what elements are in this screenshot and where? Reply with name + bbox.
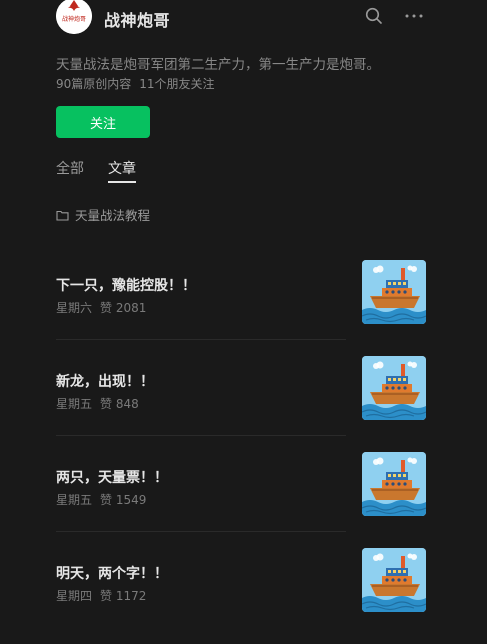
tab-all[interactable]: 全部 — [56, 158, 84, 178]
article-day: 星期四 — [56, 589, 93, 603]
article-likes: 赞 2081 — [100, 301, 147, 315]
article-thumbnail[interactable] — [362, 260, 426, 324]
article-likes: 赞 1172 — [100, 589, 147, 603]
article-item[interactable]: 明天，两个字！！ 星期四赞 1172 — [56, 548, 428, 644]
folder-icon — [56, 210, 69, 221]
article-day: 星期五 — [56, 397, 93, 411]
article-item[interactable]: 两只，天量票！！ 星期五赞 1549 — [56, 452, 428, 548]
article-likes: 赞 848 — [100, 397, 139, 411]
follow-button[interactable]: 关注 — [56, 106, 150, 138]
account-avatar[interactable]: 战神炮哥 — [56, 0, 92, 34]
ship-illustration — [362, 548, 426, 612]
article-meta: 星期五赞 1549 — [56, 491, 146, 508]
account-stats: 90篇原创内容 11个朋友关注 — [56, 75, 223, 92]
article-thumbnail[interactable] — [362, 356, 426, 420]
article-title[interactable]: 两只，天量票！！ — [56, 467, 168, 487]
search-icon[interactable] — [365, 7, 383, 25]
friends-following[interactable]: 11个朋友关注 — [139, 77, 214, 91]
article-day: 星期六 — [56, 301, 93, 315]
article-day: 星期五 — [56, 493, 93, 507]
ship-illustration — [362, 356, 426, 420]
article-title[interactable]: 下一只，豫能控股！！ — [56, 275, 196, 295]
article-thumbnail[interactable] — [362, 548, 426, 612]
divider — [56, 435, 346, 436]
article-likes: 赞 1549 — [100, 493, 147, 507]
original-count: 90篇原创内容 — [56, 77, 132, 91]
divider — [56, 339, 346, 340]
collection-label: 天量战法教程 — [75, 208, 151, 223]
article-meta: 星期四赞 1172 — [56, 587, 146, 604]
article-thumbnail[interactable] — [362, 452, 426, 516]
article-title[interactable]: 新龙，出现！！ — [56, 371, 154, 391]
article-meta: 星期五赞 848 — [56, 395, 139, 412]
divider — [56, 531, 346, 532]
ship-illustration — [362, 452, 426, 516]
ship-illustration — [362, 260, 426, 324]
account-name[interactable]: 战神炮哥 — [104, 7, 170, 31]
account-header: 战神炮哥 战神炮哥 — [0, 0, 487, 36]
article-item[interactable]: 下一只，豫能控股！！ 星期六赞 2081 — [56, 260, 428, 356]
article-item[interactable]: 新龙，出现！！ 星期五赞 848 — [56, 356, 428, 452]
article-title[interactable]: 明天，两个字！！ — [56, 563, 168, 583]
tab-articles[interactable]: 文章 — [108, 158, 136, 183]
account-bio: 天量战法是炮哥军团第二生产力，第一生产力是炮哥。 — [56, 57, 380, 73]
collection-link[interactable]: 天量战法教程 — [56, 205, 150, 224]
article-meta: 星期六赞 2081 — [56, 299, 146, 316]
logo-text: 战神炮哥 — [62, 15, 86, 23]
more-icon[interactable] — [404, 7, 424, 25]
